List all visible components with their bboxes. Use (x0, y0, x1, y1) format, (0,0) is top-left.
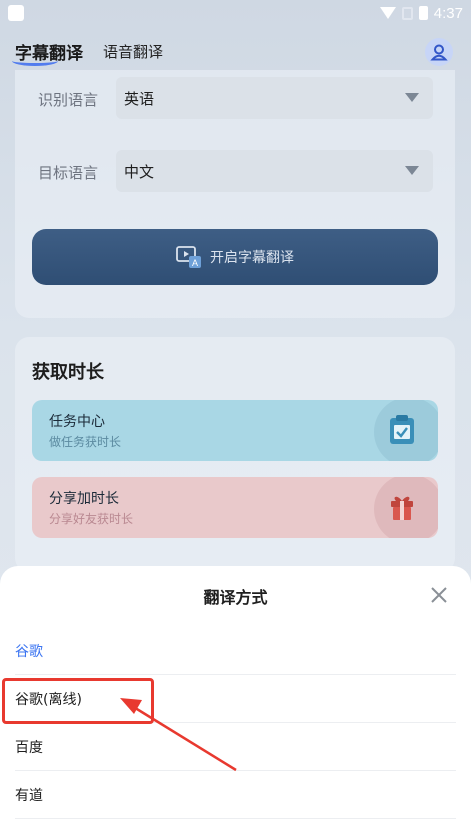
battery-icon (418, 6, 428, 20)
svg-text:A: A (192, 258, 198, 268)
task-center-title: 任务中心 (49, 414, 105, 430)
share-duration-subtitle: 分享好友获时长 (49, 512, 134, 526)
clipboard-check-icon (390, 415, 414, 444)
option-label: 有道 (15, 788, 43, 804)
status-icons: 4:37 (379, 4, 463, 22)
no-sim-icon (401, 6, 413, 20)
gift-icon (391, 496, 413, 520)
notification-icon (8, 5, 24, 21)
share-duration-item[interactable]: 分享加时长 分享好友获时长 (32, 477, 438, 538)
target-language-label: 目标语言 (38, 164, 99, 182)
tab-voice-translate[interactable]: 语音翻译 (103, 41, 163, 62)
status-bar: 4:37 (0, 0, 471, 26)
task-center-subtitle: 做任务获时长 (49, 435, 122, 449)
recognize-language-label: 识别语言 (38, 91, 99, 109)
dropdown-caret-icon (405, 93, 419, 102)
sheet-title: 翻译方式 (203, 588, 268, 607)
start-subtitle-translate-button[interactable]: A 开启字幕翻译 (32, 229, 438, 285)
user-icon (430, 44, 448, 61)
tab-subtitle-translate[interactable]: 字幕翻译 (15, 39, 83, 64)
close-icon[interactable] (428, 584, 450, 606)
share-duration-title: 分享加时长 (49, 491, 119, 507)
recognize-language-value: 英语 (124, 89, 155, 108)
profile-button[interactable] (425, 38, 453, 66)
task-center-item[interactable]: 任务中心 做任务获时长 (32, 400, 438, 461)
divider (15, 818, 456, 819)
wifi-icon (379, 7, 396, 19)
option-label: 百度 (15, 740, 43, 756)
annotation-arrow-icon (120, 698, 237, 772)
target-language-value: 中文 (124, 162, 155, 181)
start-button-label: 开启字幕翻译 (210, 250, 294, 266)
top-tab-bar: 字幕翻译 语音翻译 (0, 30, 471, 74)
target-language-select[interactable]: 中文 (116, 150, 433, 192)
status-time: 4:37 (433, 4, 463, 22)
dropdown-caret-icon (405, 166, 419, 175)
video-translate-icon: A (176, 246, 201, 268)
recognize-language-select[interactable]: 英语 (116, 77, 433, 119)
get-duration-title: 获取时长 (32, 362, 104, 383)
option-label: 谷歌 (15, 644, 43, 660)
option-google[interactable]: 谷歌 (0, 627, 471, 675)
